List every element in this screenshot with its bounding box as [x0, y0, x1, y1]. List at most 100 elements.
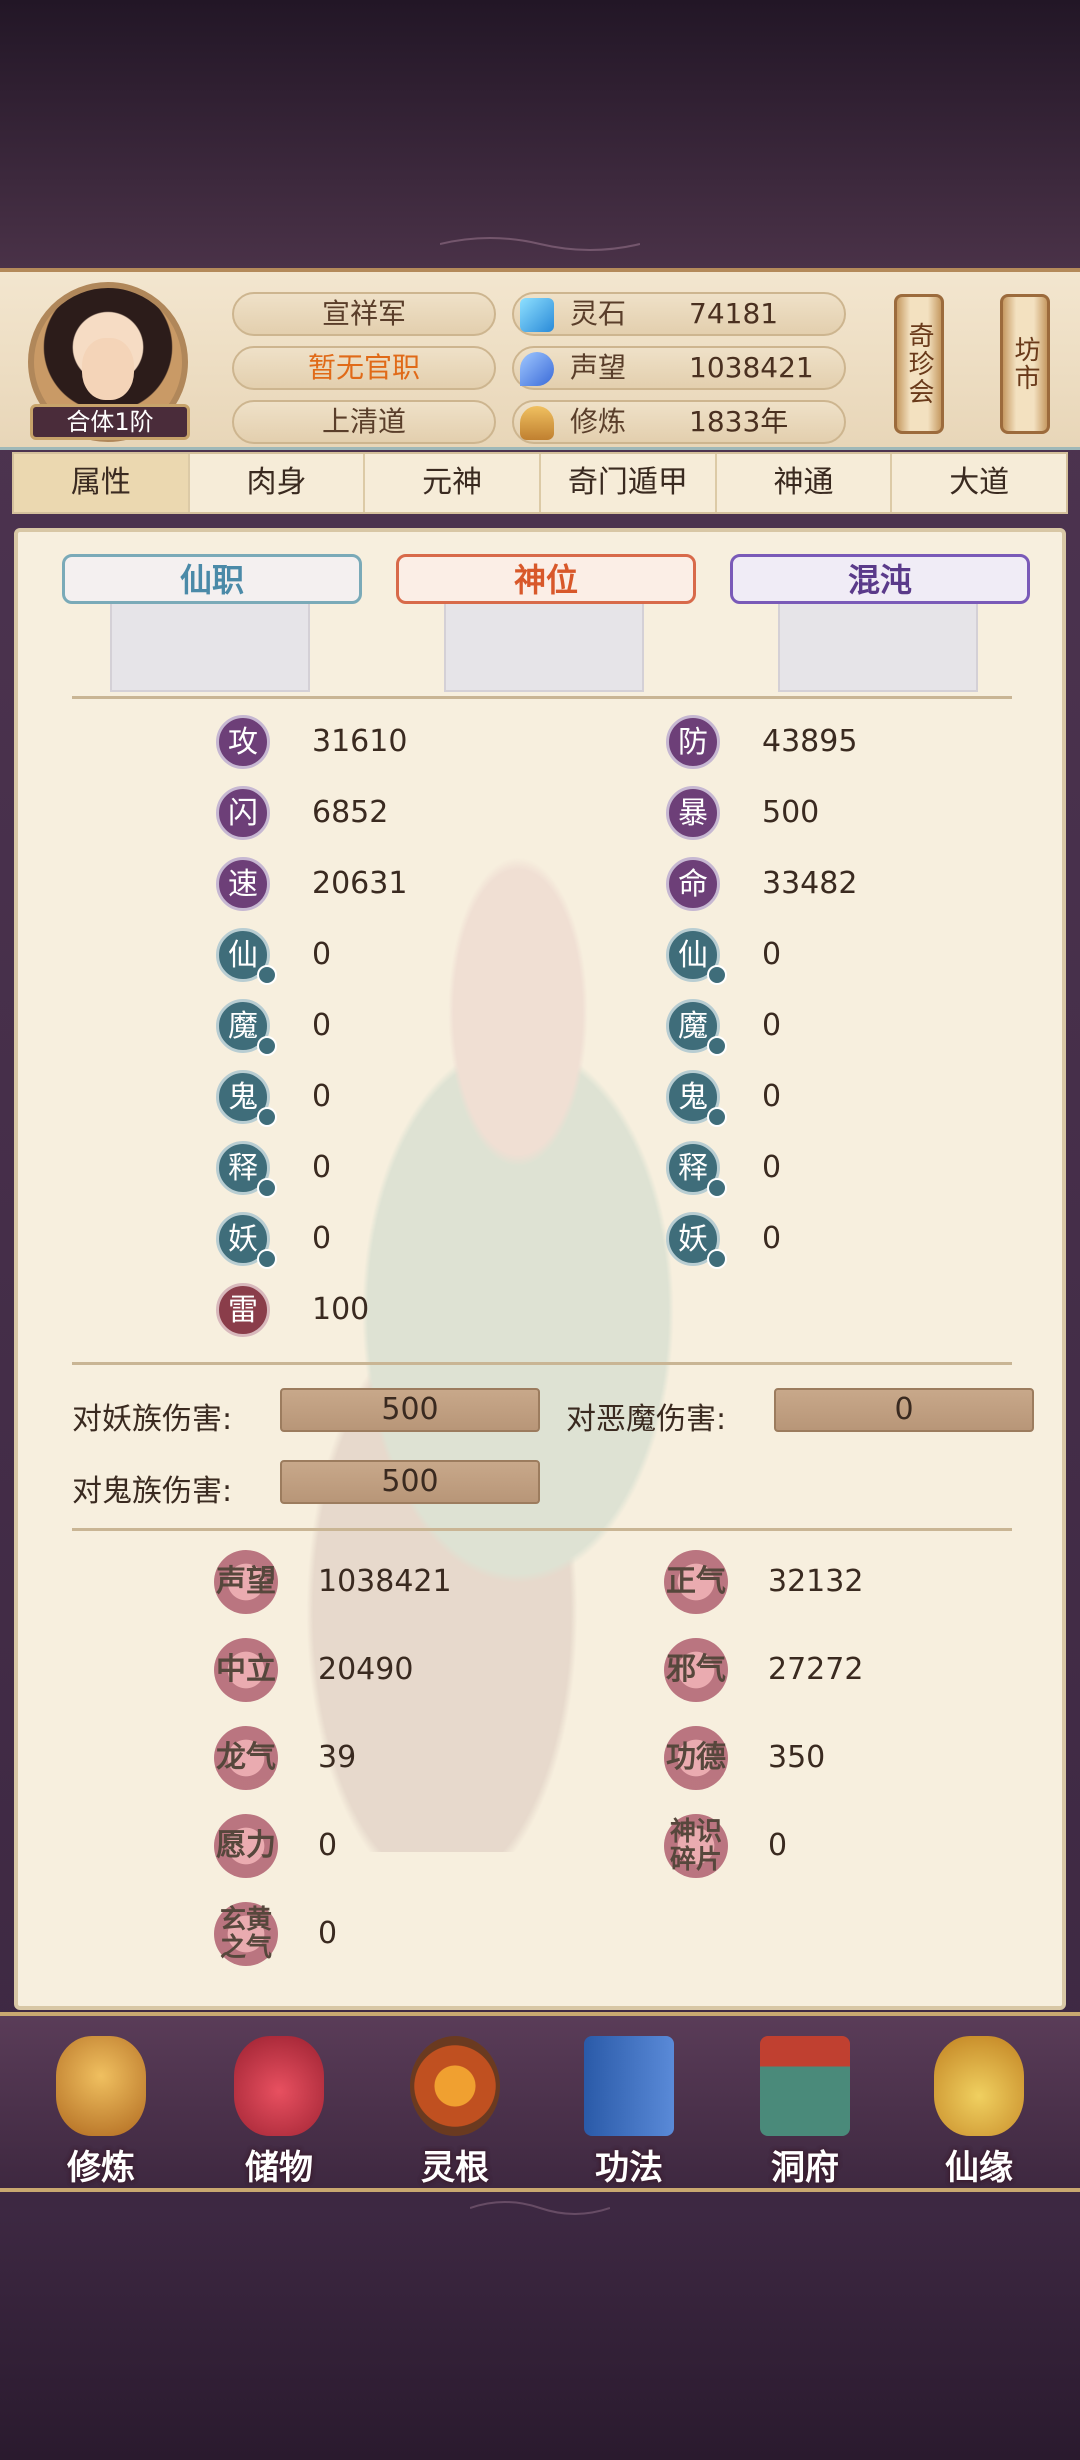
xuanhuang-qi-value: 0 [318, 1916, 338, 1951]
righteous-qi-emblem: 正气 [664, 1550, 728, 1614]
nav-storage[interactable]: 储物 [214, 2036, 344, 2188]
nav-cultivate[interactable]: 修炼 [36, 2036, 166, 2188]
neutral-emblem: 中立 [214, 1638, 278, 1702]
wish-power-emblem: 愿力 [214, 1814, 278, 1878]
resource-spirit-stone: 灵石 74181 [512, 292, 846, 336]
immortal-attack-value: 0 [312, 937, 332, 972]
monk-icon [56, 2036, 146, 2136]
immortal-post-banner: 仙职 [62, 554, 362, 604]
ghost-attack-icon: 鬼 [216, 1070, 277, 1127]
monster-attack-icon: 妖 [216, 1212, 277, 1269]
buddha-defense-value: 0 [762, 1150, 782, 1185]
cave-house-icon [760, 2036, 850, 2136]
speed-icon: 速 [216, 857, 270, 911]
avatar-face [82, 338, 134, 400]
divine-rank-banner: 神位 [396, 554, 696, 604]
dragon-qi-value: 39 [318, 1740, 357, 1775]
ghost-defense-value: 0 [762, 1079, 782, 1114]
merit-value: 350 [768, 1740, 826, 1775]
crit-icon: 暴 [666, 786, 720, 840]
divine-rank-slot[interactable] [444, 600, 644, 692]
player-header: 合体1阶 宣祥军 暂无官职 上清道 灵石 74181 声望 1038421 修炼… [0, 268, 1080, 450]
ghost-attack-value: 0 [312, 1079, 332, 1114]
sect-title: 宣祥军 [232, 292, 496, 336]
tab-soul[interactable]: 元神 [365, 454, 542, 512]
buddha-attack-icon: 释 [216, 1141, 277, 1198]
speed-value: 20631 [312, 866, 408, 901]
chaos-slot[interactable] [778, 600, 978, 692]
demon-attack-icon: 魔 [216, 999, 277, 1056]
tab-body[interactable]: 肉身 [190, 454, 366, 512]
demon-attack-value: 0 [312, 1008, 332, 1043]
market-button[interactable]: 坊市 [1000, 294, 1050, 434]
crit-value: 500 [762, 795, 820, 830]
immortal-post-slot[interactable] [110, 600, 310, 692]
spirit-root-icon [410, 2036, 500, 2136]
divine-sense-fragment-value: 0 [768, 1828, 788, 1863]
path-label: 上清道 [232, 400, 496, 444]
monster-defense-icon: 妖 [666, 1212, 727, 1269]
nav-cave-house[interactable]: 洞府 [740, 2036, 870, 2188]
ghost-defense-icon: 鬼 [666, 1070, 727, 1127]
dodge-value: 6852 [312, 795, 389, 830]
official-post: 暂无官职 [232, 346, 496, 390]
attack-value: 31610 [312, 724, 408, 759]
vs-demon-beast-label: 对妖族伤害: [72, 1402, 233, 1437]
hp-icon: 命 [666, 857, 720, 911]
vs-evil-demon-value: 0 [774, 1388, 1034, 1432]
resource-cultivation: 修炼 1833年 [512, 400, 846, 444]
buddha-attack-value: 0 [312, 1150, 332, 1185]
monster-defense-value: 0 [762, 1221, 782, 1256]
divider [72, 1362, 1012, 1365]
tab-bar: 属性 肉身 元神 奇门遁甲 神通 大道 [12, 452, 1068, 514]
righteous-qi-value: 32132 [768, 1564, 864, 1599]
immortal-attack-icon: 仙 [216, 928, 277, 985]
nav-immortal-fate[interactable]: 仙缘 [914, 2036, 1044, 2188]
nav-spirit-root[interactable]: 灵根 [390, 2036, 520, 2188]
xuanhuang-qi-emblem: 玄黄 之气 [214, 1902, 278, 1966]
reputation-emblem: 声望 [214, 1550, 278, 1614]
defense-value: 43895 [762, 724, 858, 759]
demon-defense-value: 0 [762, 1008, 782, 1043]
evil-qi-emblem: 邪气 [664, 1638, 728, 1702]
dodge-icon: 闪 [216, 786, 270, 840]
top-background [0, 0, 1080, 270]
vs-demon-beast-value: 500 [280, 1388, 540, 1432]
tab-divine-power[interactable]: 神通 [717, 454, 893, 512]
ornament [440, 237, 640, 251]
chaos-banner: 混沌 [730, 554, 1030, 604]
dragon-qi-emblem: 龙气 [214, 1726, 278, 1790]
realm-badge: 合体1阶 [30, 404, 190, 440]
cultivation-icon [520, 406, 554, 440]
neutral-value: 20490 [318, 1652, 414, 1687]
immortal-defense-value: 0 [762, 937, 782, 972]
evil-qi-value: 27272 [768, 1652, 864, 1687]
thunder-value: 100 [312, 1292, 370, 1327]
demon-defense-icon: 魔 [666, 999, 727, 1056]
hp-value: 33482 [762, 866, 858, 901]
defense-icon: 防 [666, 715, 720, 769]
divider [72, 696, 1012, 699]
treasure-shop-button[interactable]: 奇珍会 [894, 294, 944, 434]
nav-technique[interactable]: 功法 [564, 2036, 694, 2188]
merit-emblem: 功德 [664, 1726, 728, 1790]
attributes-panel: 仙职 神位 混沌 攻 31610 闪 6852 速 20631 仙 0 魔 0 … [14, 528, 1066, 2010]
resource-reputation: 声望 1038421 [512, 346, 846, 390]
bottom-nav: 修炼 储物 灵根 功法 洞府 仙缘 [0, 2012, 1080, 2192]
vs-ghost-value: 500 [280, 1460, 540, 1504]
book-icon [584, 2036, 674, 2136]
divine-sense-fragment-emblem: 神识 碎片 [664, 1814, 728, 1878]
ornament [470, 2201, 610, 2215]
immortal-defense-icon: 仙 [666, 928, 727, 985]
spirit-stone-icon [520, 298, 554, 332]
bag-icon [234, 2036, 324, 2136]
buddha-defense-icon: 释 [666, 1141, 727, 1198]
wish-power-value: 0 [318, 1828, 338, 1863]
tab-attributes[interactable]: 属性 [14, 454, 190, 512]
attack-icon: 攻 [216, 715, 270, 769]
monster-attack-value: 0 [312, 1221, 332, 1256]
divider [72, 1528, 1012, 1531]
tab-great-dao[interactable]: 大道 [892, 454, 1066, 512]
tab-qimen[interactable]: 奇门遁甲 [541, 454, 717, 512]
thunder-icon: 雷 [216, 1283, 270, 1337]
